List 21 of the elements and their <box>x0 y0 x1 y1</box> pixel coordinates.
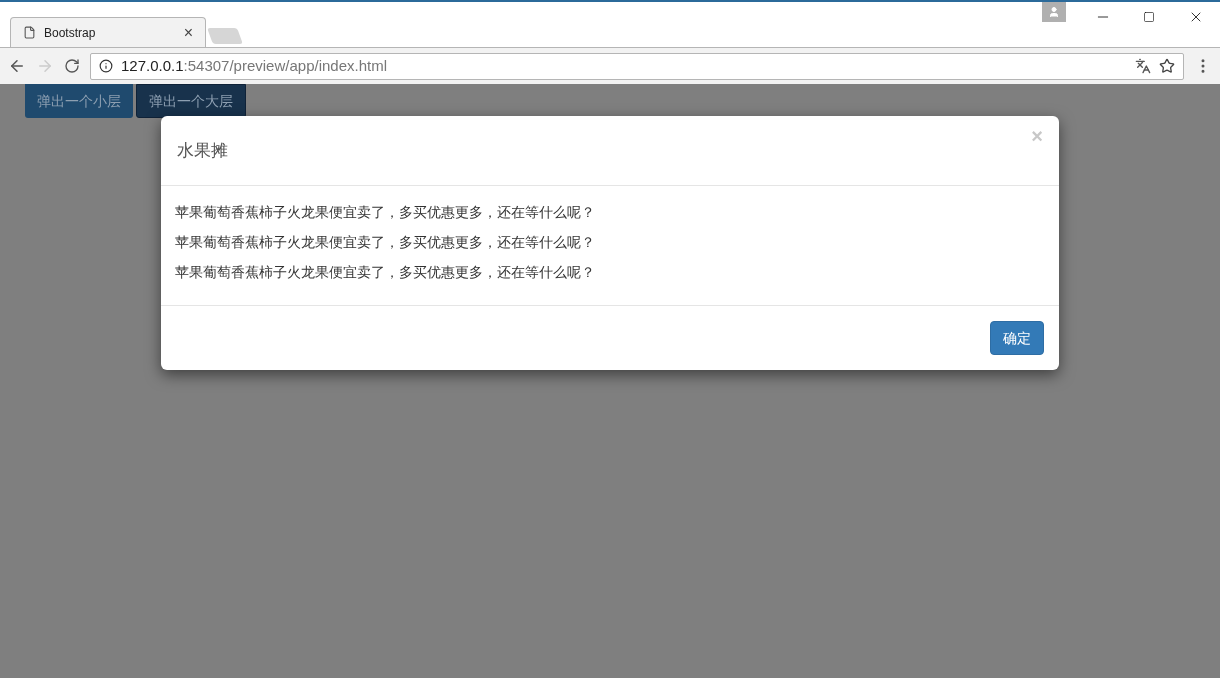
modal-title: 水果摊 <box>177 139 228 162</box>
info-icon <box>99 59 113 73</box>
maximize-icon[interactable] <box>1143 11 1155 23</box>
body-text: 苹果葡萄香蕉柿子火龙果便宜卖了，多买优惠更多，还在等什么呢？ <box>175 263 596 282</box>
back-icon[interactable] <box>8 57 26 75</box>
reload-icon[interactable] <box>64 58 80 74</box>
translate-icon[interactable] <box>1135 58 1151 74</box>
tab-title: Bootstrap <box>44 24 97 42</box>
url-path: :54307/preview/app/index.html <box>183 55 389 76</box>
browser-tab[interactable]: Bootstrap × <box>10 17 206 47</box>
open-dialog-button[interactable]: 弹出一个小层 <box>25 84 133 118</box>
body-text: 苹果葡萄香蕉柿子火龙果便宜卖了，多买优惠更多，还在等什么呢？ <box>175 233 596 252</box>
url-host: 127.0.0.1 <box>121 55 184 76</box>
tab-close-button[interactable]: × <box>183 24 193 41</box>
open-dialog-button[interactable]: 弹出一个大层 <box>136 84 246 118</box>
address-field[interactable]: 127.0.0.1:54307/preview/app/index.html <box>90 52 1184 80</box>
bookmark-star-icon[interactable] <box>1159 58 1175 74</box>
page-icon <box>23 26 36 39</box>
person-icon <box>1048 6 1060 18</box>
confirm-button[interactable]: 确定 <box>990 321 1044 355</box>
body-text: 苹果葡萄香蕉柿子火龙果便宜卖了，多买优惠更多，还在等什么呢？ <box>175 203 596 222</box>
